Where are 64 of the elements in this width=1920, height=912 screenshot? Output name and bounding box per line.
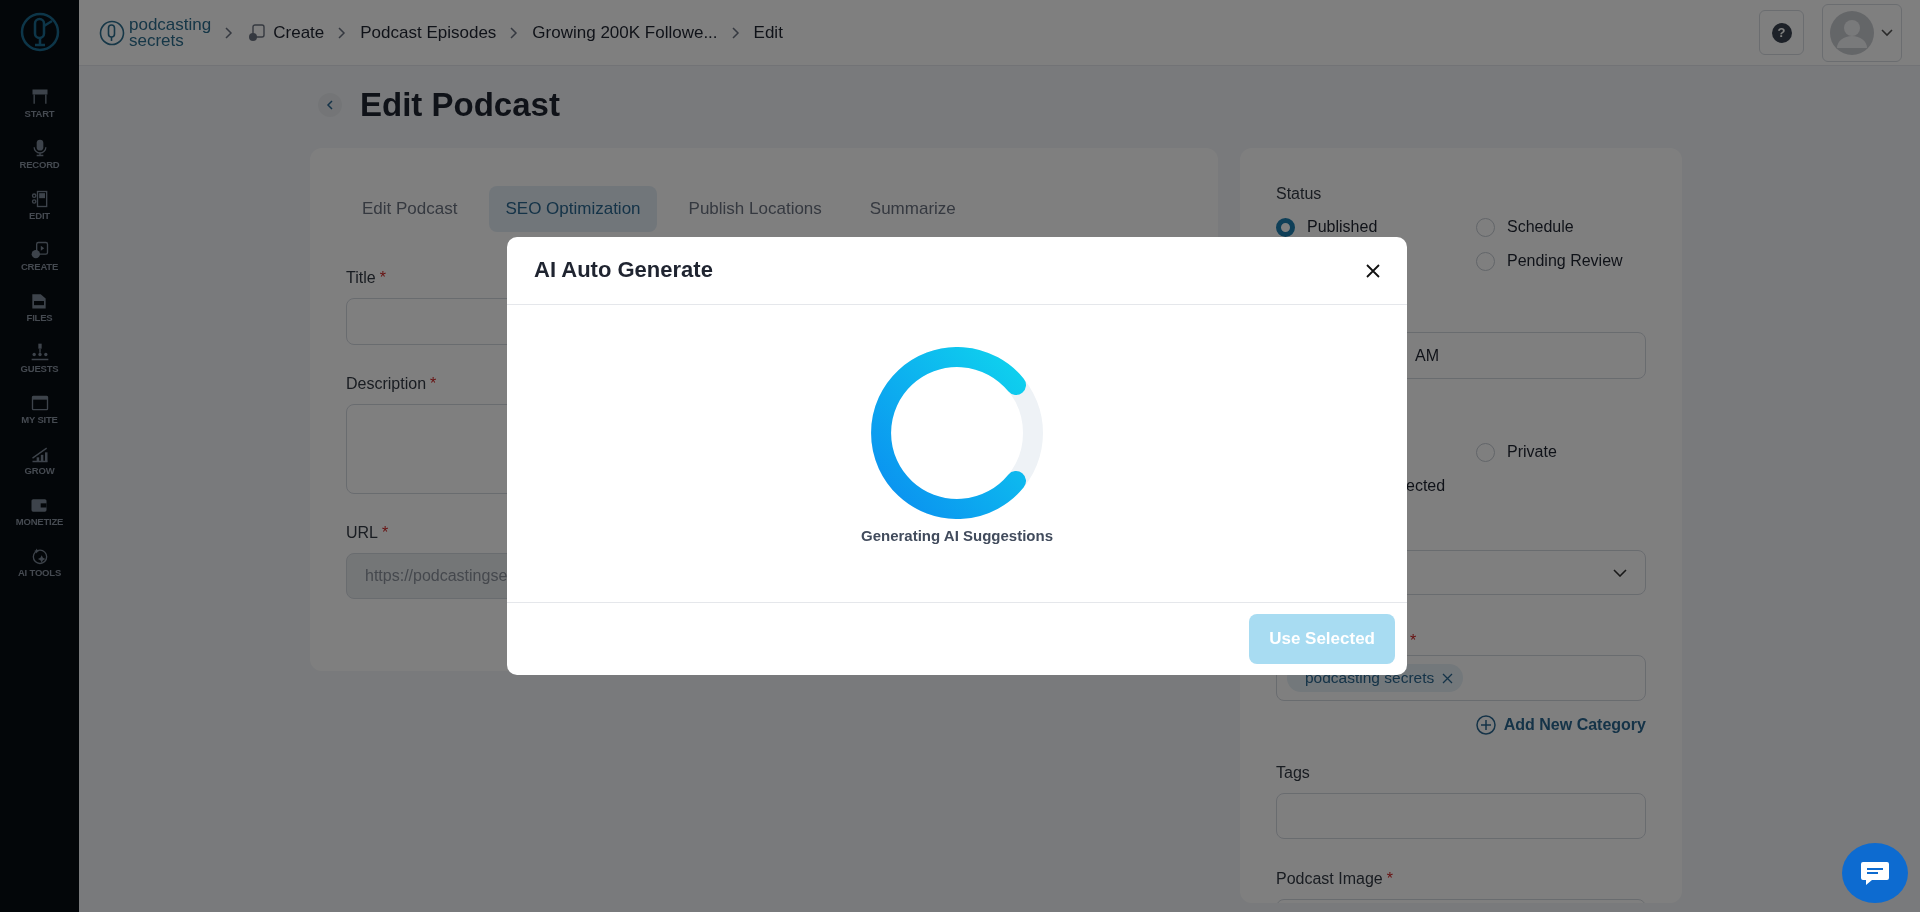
chevron-left-icon — [326, 100, 334, 110]
field-label: Title — [346, 268, 376, 286]
remove-icon[interactable] — [1442, 672, 1454, 684]
field-label: Podcast Image — [1276, 870, 1383, 887]
close-button[interactable] — [1365, 262, 1381, 279]
logo-text: secrets — [129, 32, 184, 48]
breadcrumb-link[interactable]: Growing 200K Followe... — [532, 19, 718, 46]
sidebar-item[interactable]: CREATE — [20, 260, 59, 275]
radio-label: Schedule — [1507, 217, 1574, 237]
add-category-link[interactable]: Add New Category — [1475, 713, 1646, 737]
radio-label: Published — [1307, 217, 1378, 237]
radio-button[interactable] — [1476, 442, 1495, 462]
radio-label: Private — [1507, 442, 1557, 462]
field-label: URL — [346, 523, 378, 541]
sidebar-item[interactable]: GROW — [24, 464, 55, 479]
required-mark: * — [1410, 632, 1417, 649]
music-document-icon — [247, 23, 266, 42]
breadcrumb-link[interactable]: Create — [273, 19, 325, 46]
page-title: Edit Podcast — [360, 85, 560, 125]
sidebar-item[interactable]: MY SITE — [21, 413, 58, 428]
breadcrumb-link[interactable]: Podcast Episodes — [360, 19, 497, 46]
logo-icon — [99, 19, 125, 46]
help-button[interactable]: ? — [1759, 10, 1804, 55]
tab[interactable]: SEO Optimization — [489, 186, 657, 232]
sidebar-item[interactable]: RECORD — [19, 158, 60, 173]
field-label: Tags — [1276, 763, 1311, 783]
field-label: Description — [346, 374, 427, 392]
sidebar-item[interactable]: MONETIZE — [15, 515, 64, 530]
breadcrumb-link[interactable]: Edit — [753, 19, 783, 46]
tab[interactable]: Edit Podcast — [346, 186, 474, 232]
radio-button[interactable] — [1276, 217, 1295, 237]
caret-icon — [1881, 28, 1893, 37]
profile-menu-button[interactable] — [1822, 3, 1902, 62]
sidebar-item[interactable]: EDIT — [29, 209, 50, 224]
browser-window-icon[interactable] — [29, 393, 50, 413]
sidebar-item[interactable]: FILES — [26, 311, 53, 326]
required-mark: * — [382, 523, 389, 541]
field-label: Status — [1276, 184, 1323, 204]
tab[interactable]: Publish Locations — [672, 186, 838, 232]
sidebar-item[interactable]: AI TOOLS — [17, 566, 62, 581]
status-message: Generating AI Suggestions — [861, 526, 1053, 546]
app-logo[interactable] — [19, 12, 60, 52]
chevron-icon — [510, 26, 519, 39]
required-mark: * — [1386, 870, 1393, 887]
chevron-down-icon — [1613, 568, 1627, 577]
plus-circle-icon — [1475, 715, 1496, 735]
play-document-icon[interactable] — [29, 240, 50, 260]
sidebar-item[interactable]: GUESTS — [20, 362, 59, 377]
radio-button[interactable] — [1476, 251, 1495, 271]
logo-text: podcasting — [129, 17, 212, 33]
radio-button[interactable] — [1476, 217, 1495, 237]
back-button[interactable] — [318, 93, 342, 117]
avatar-icon — [1829, 9, 1875, 56]
chat-icon — [1860, 860, 1890, 886]
required-mark: * — [379, 268, 386, 286]
chevron-icon — [338, 26, 347, 39]
sidebar-item[interactable]: START — [24, 107, 55, 122]
tab[interactable]: Summarize — [853, 186, 972, 232]
chevron-icon — [731, 26, 740, 39]
dialog-title: AI Auto Generate — [534, 257, 713, 284]
chevron-icon — [225, 26, 234, 39]
required-mark: * — [430, 374, 437, 392]
radio-label: Pending Review — [1507, 251, 1623, 271]
radio-label: ected — [1406, 476, 1446, 496]
